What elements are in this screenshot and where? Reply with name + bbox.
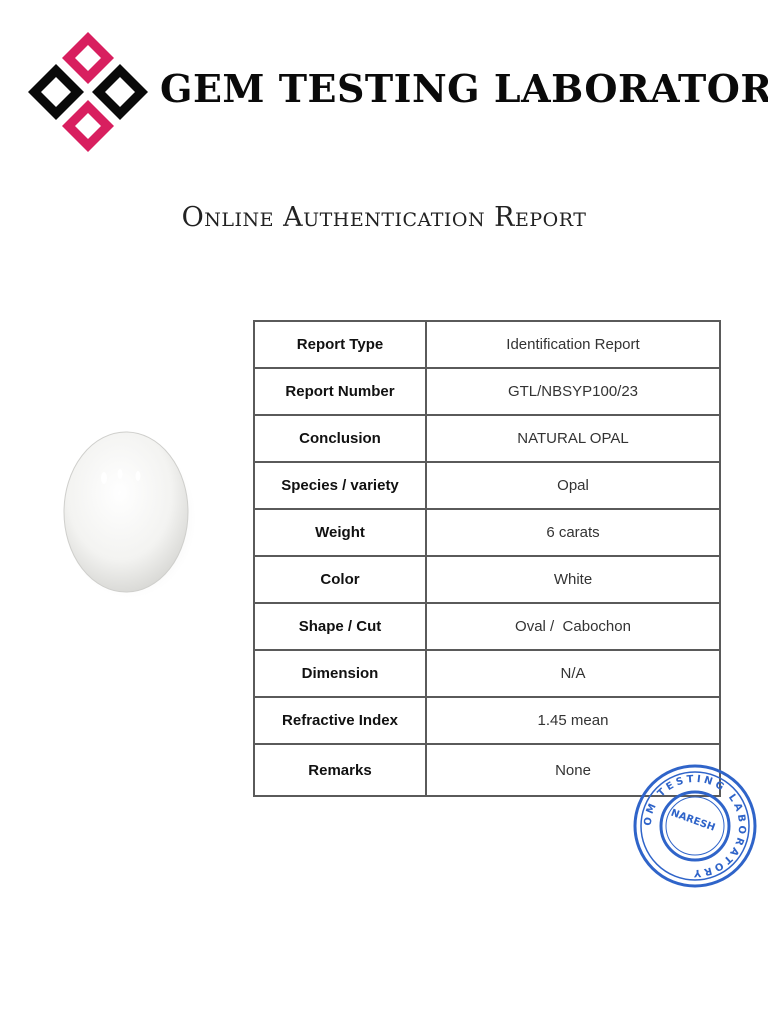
laboratory-stamp-icon: OM TESTING LABORATORY NARESH (633, 764, 757, 888)
row-label: Refractive Index (253, 696, 427, 745)
table-row: Report Type Identification Report (253, 320, 721, 369)
table-row: Refractive Index 1.45 mean (253, 696, 721, 745)
header: GEM TESTING LABORATORY (0, 0, 768, 170)
table-row: Weight 6 carats (253, 508, 721, 557)
table-row: Shape / Cut Oval / Cabochon (253, 602, 721, 651)
brand-name: GEM TESTING LABORATORY (160, 66, 768, 111)
row-label: Color (253, 555, 427, 604)
row-value: GTL/NBSYP100/23 (425, 367, 721, 416)
page-title: Online Authentication Report (181, 202, 587, 233)
table-row: Conclusion NATURAL OPAL (253, 414, 721, 463)
row-label: Remarks (253, 743, 427, 797)
row-value: 6 carats (425, 508, 721, 557)
row-label: Conclusion (253, 414, 427, 463)
row-value: Identification Report (425, 320, 721, 369)
row-value: Oval / Cabochon (425, 602, 721, 651)
gem-photo (58, 424, 198, 602)
table-row: Color White (253, 555, 721, 604)
row-label: Report Type (253, 320, 427, 369)
stamp-center-text: NARESH (669, 808, 716, 834)
row-value: 1.45 mean (425, 696, 721, 745)
row-value: White (425, 555, 721, 604)
table-row: Species / variety Opal (253, 461, 721, 510)
diamond-logo-icon (28, 32, 148, 152)
row-label: Report Number (253, 367, 427, 416)
row-label: Weight (253, 508, 427, 557)
opal-cabochon-icon (63, 431, 196, 598)
row-label: Species / variety (253, 461, 427, 510)
table-row: Dimension N/A (253, 649, 721, 698)
table-row: Report Number GTL/NBSYP100/23 (253, 367, 721, 416)
row-label: Dimension (253, 649, 427, 698)
report-table: Report Type Identification Report Report… (253, 320, 721, 797)
row-value: NATURAL OPAL (425, 414, 721, 463)
row-value: Opal (425, 461, 721, 510)
row-label: Shape / Cut (253, 602, 427, 651)
row-value: N/A (425, 649, 721, 698)
